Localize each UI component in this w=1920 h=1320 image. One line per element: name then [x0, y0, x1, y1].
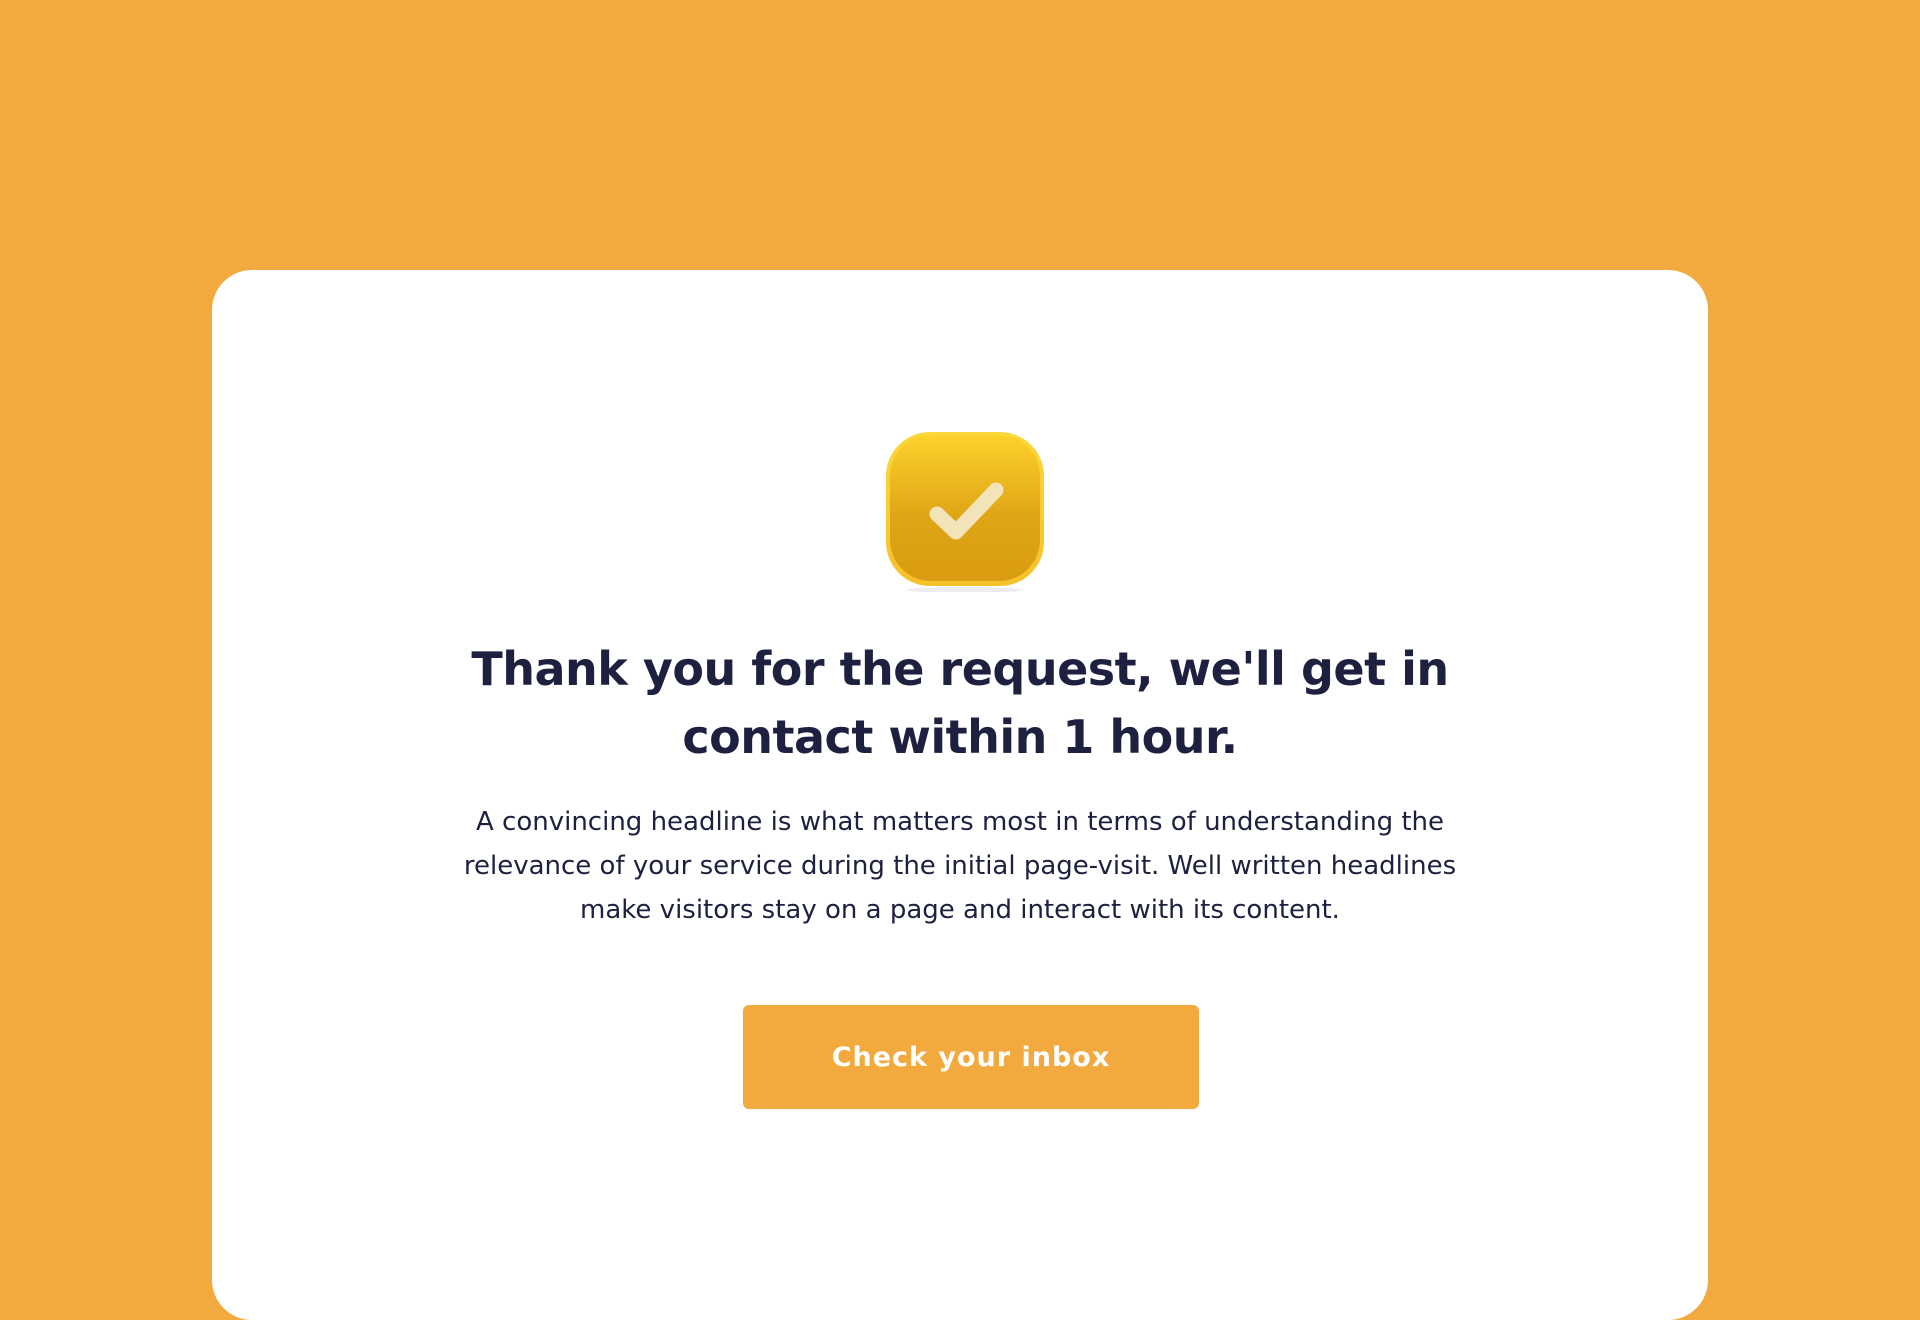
confirmation-card: Thank you for the request, we'll get in … [212, 270, 1708, 1320]
confirmation-description: A convincing headline is what matters mo… [463, 807, 1457, 925]
check-inbox-button[interactable]: Check your inbox [743, 1005, 1199, 1109]
confirmation-headline: Thank you for the request, we'll get in … [471, 642, 1449, 764]
checkmark-badge-icon [884, 430, 1046, 592]
